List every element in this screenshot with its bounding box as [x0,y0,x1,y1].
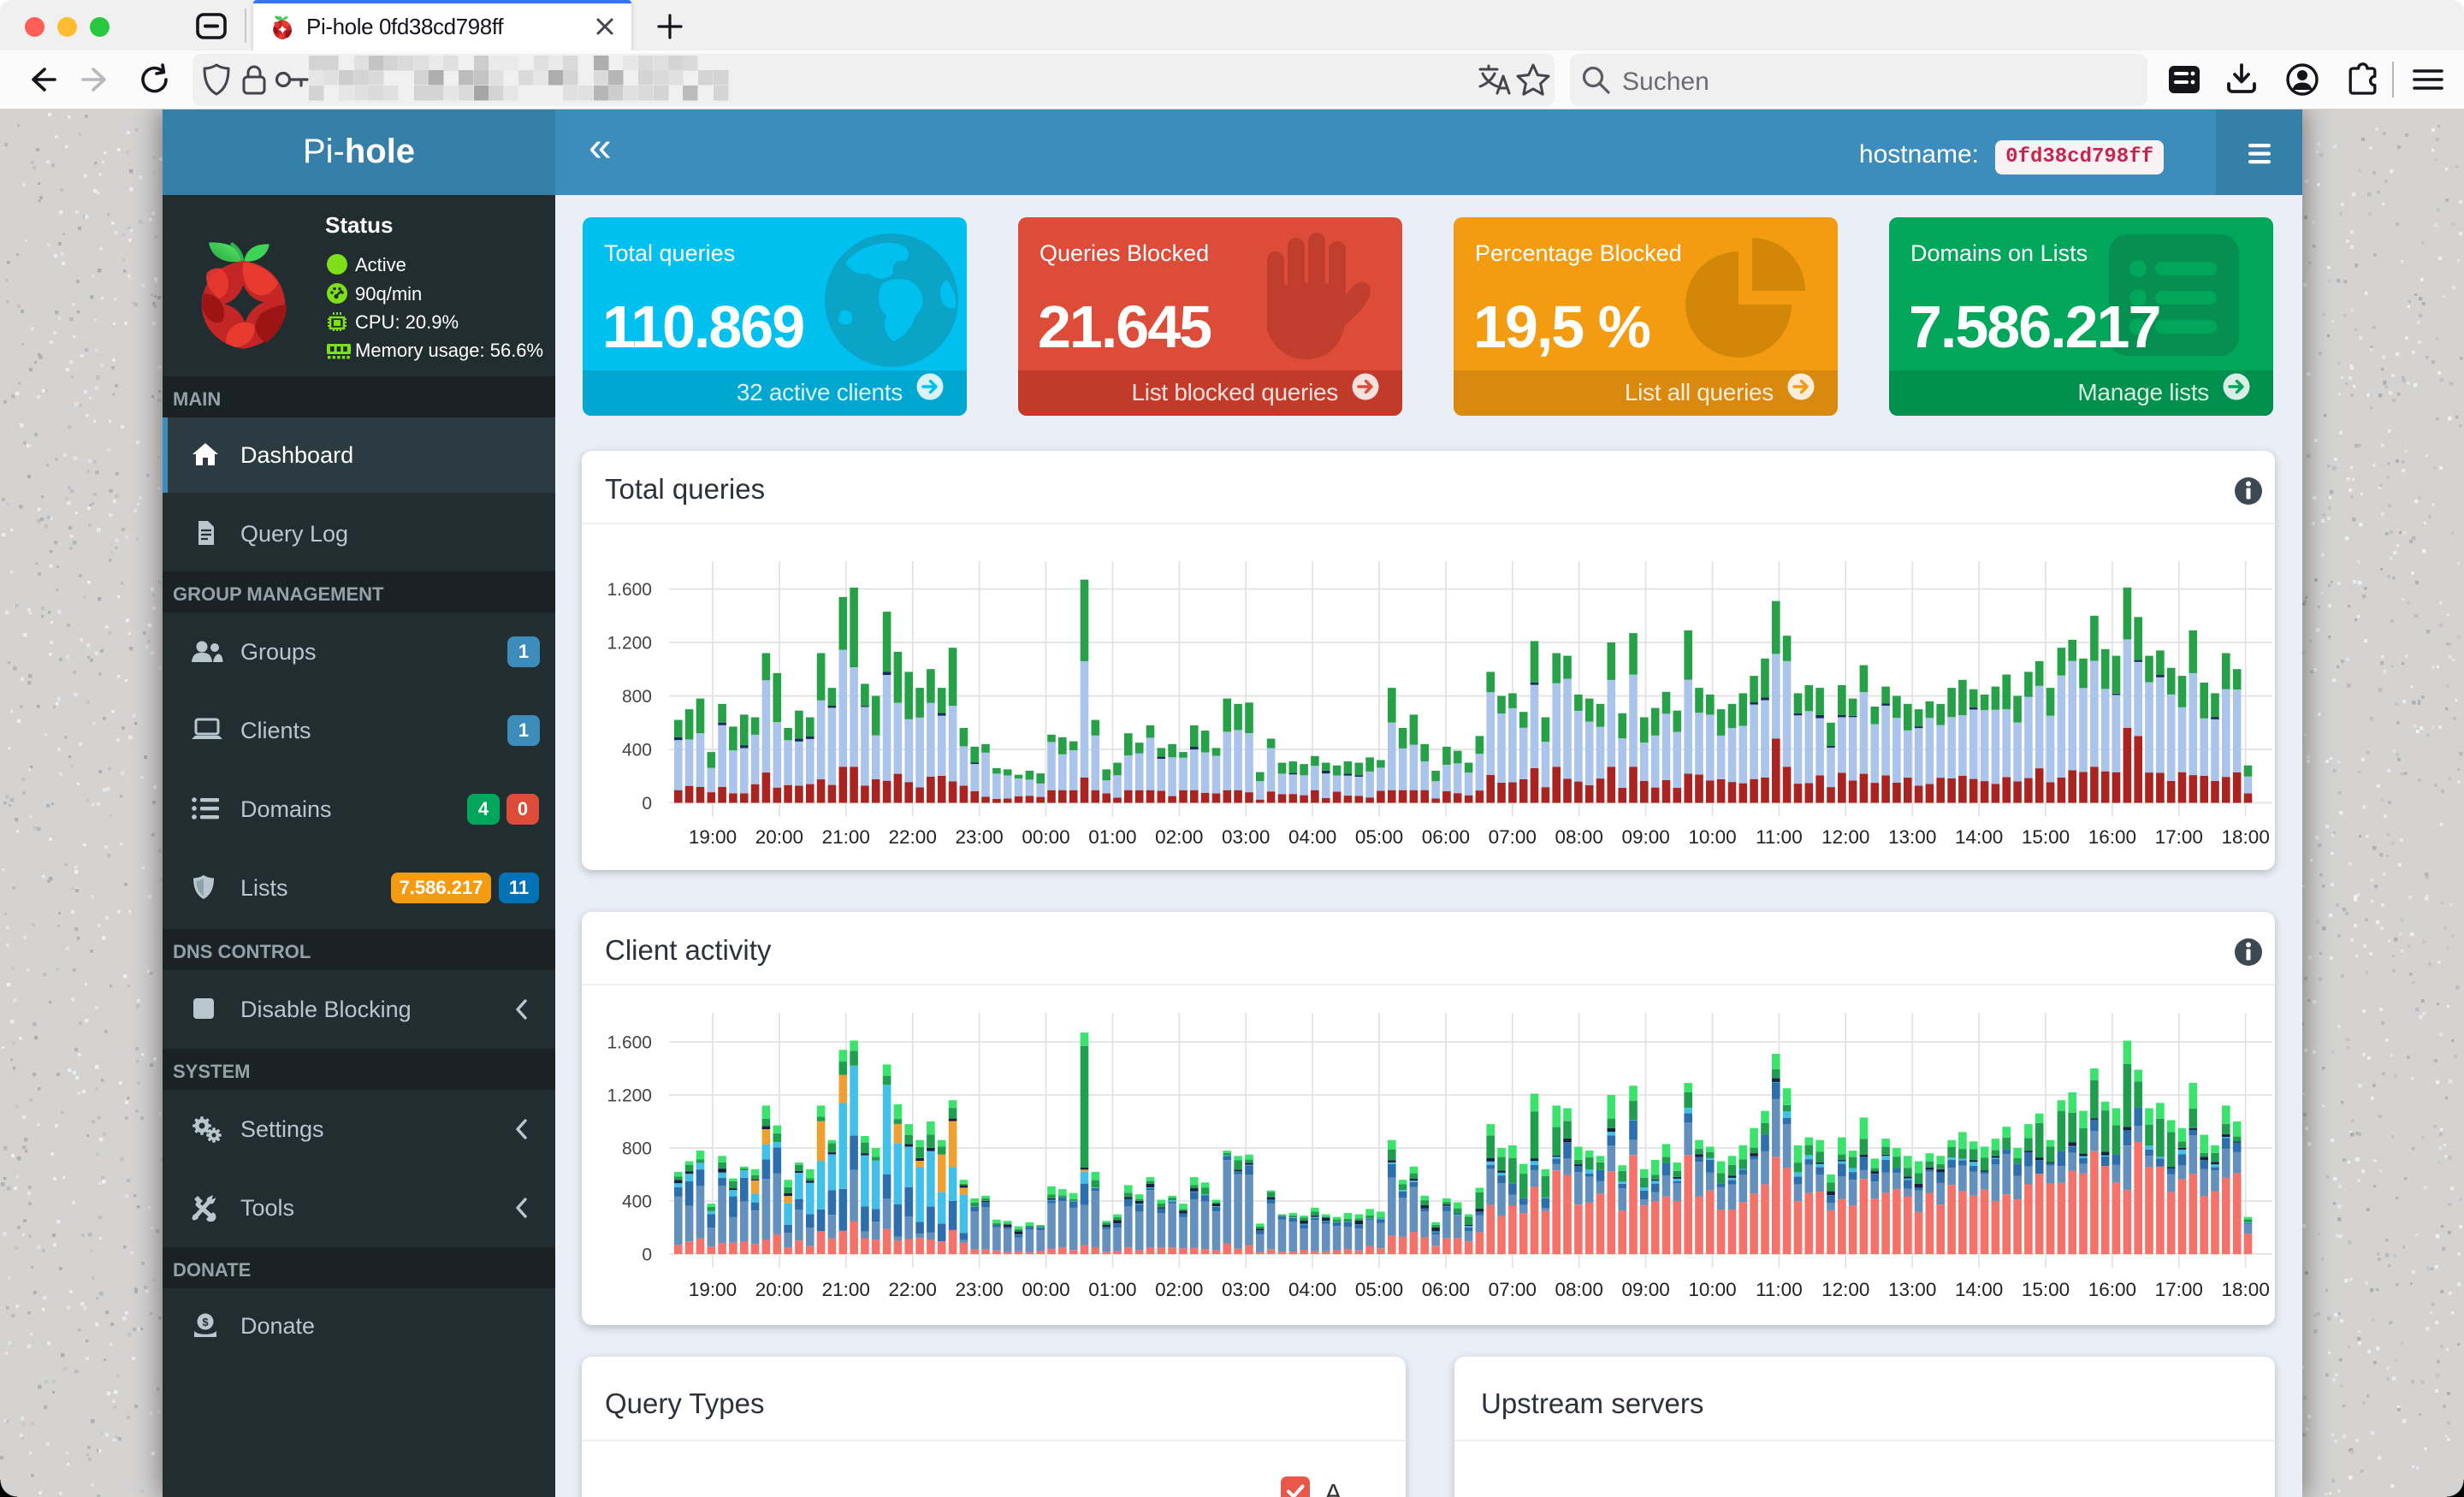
svg-text:19:00: 19:00 [689,1279,737,1300]
svg-text:$: $ [202,1316,209,1328]
svg-text:14:00: 14:00 [1955,826,2003,848]
svg-text:21:00: 21:00 [822,826,870,848]
svg-text:1.600: 1.600 [607,1033,652,1053]
svg-text:01:00: 01:00 [1088,826,1136,848]
svg-text:800: 800 [622,1139,652,1159]
svg-text:18:00: 18:00 [2222,826,2270,848]
svg-text:04:00: 04:00 [1288,1279,1336,1300]
svg-text:18:00: 18:00 [2222,1279,2270,1300]
svg-text:14:00: 14:00 [1955,1279,2003,1300]
svg-text:10:00: 10:00 [1688,1279,1736,1300]
svg-text:06:00: 06:00 [1422,1279,1470,1300]
svg-text:15:00: 15:00 [2022,1279,2070,1300]
svg-text:02:00: 02:00 [1155,826,1203,848]
svg-text:11:00: 11:00 [1756,826,1803,848]
svg-text:03:00: 03:00 [1222,826,1270,848]
svg-text:05:00: 05:00 [1355,1279,1403,1300]
svg-text:13:00: 13:00 [1888,826,1936,848]
svg-text:22:00: 22:00 [889,826,937,848]
svg-text:12:00: 12:00 [1821,1279,1869,1300]
svg-text:12:00: 12:00 [1821,826,1869,848]
svg-text:1.200: 1.200 [607,634,652,654]
svg-text:07:00: 07:00 [1489,1279,1537,1300]
svg-text:00:00: 00:00 [1022,826,1069,848]
svg-text:05:00: 05:00 [1355,826,1403,848]
svg-text:07:00: 07:00 [1489,826,1537,848]
svg-text:400: 400 [622,741,652,760]
svg-text:19:00: 19:00 [689,826,737,848]
svg-text:10:00: 10:00 [1688,826,1736,848]
svg-text:09:00: 09:00 [1621,1279,1669,1300]
svg-text:23:00: 23:00 [955,1279,1003,1300]
svg-text:04:00: 04:00 [1288,826,1336,848]
svg-text:1.200: 1.200 [607,1086,652,1106]
svg-text:17:00: 17:00 [2155,1279,2203,1300]
svg-text:02:00: 02:00 [1155,1279,1203,1300]
svg-text:06:00: 06:00 [1422,826,1470,848]
svg-text:20:00: 20:00 [755,1279,803,1300]
svg-text:21:00: 21:00 [822,1279,870,1300]
svg-text:400: 400 [622,1192,652,1212]
svg-text:09:00: 09:00 [1621,826,1669,848]
svg-text:08:00: 08:00 [1555,1279,1603,1300]
svg-text:0: 0 [642,1246,652,1265]
svg-text:15:00: 15:00 [2022,826,2070,848]
svg-text:00:00: 00:00 [1022,1279,1069,1300]
svg-text:17:00: 17:00 [2155,826,2203,848]
svg-text:23:00: 23:00 [955,826,1003,848]
svg-text:22:00: 22:00 [889,1279,937,1300]
svg-text:1.600: 1.600 [607,580,652,600]
svg-text:16:00: 16:00 [2088,1279,2136,1300]
svg-text:16:00: 16:00 [2088,826,2136,848]
svg-text:0: 0 [642,794,652,814]
svg-text:13:00: 13:00 [1888,1279,1936,1300]
svg-text:01:00: 01:00 [1088,1279,1136,1300]
svg-text:03:00: 03:00 [1222,1279,1270,1300]
svg-text:800: 800 [622,687,652,707]
svg-text:08:00: 08:00 [1555,826,1603,848]
svg-text:20:00: 20:00 [755,826,803,848]
svg-text:11:00: 11:00 [1756,1279,1803,1300]
